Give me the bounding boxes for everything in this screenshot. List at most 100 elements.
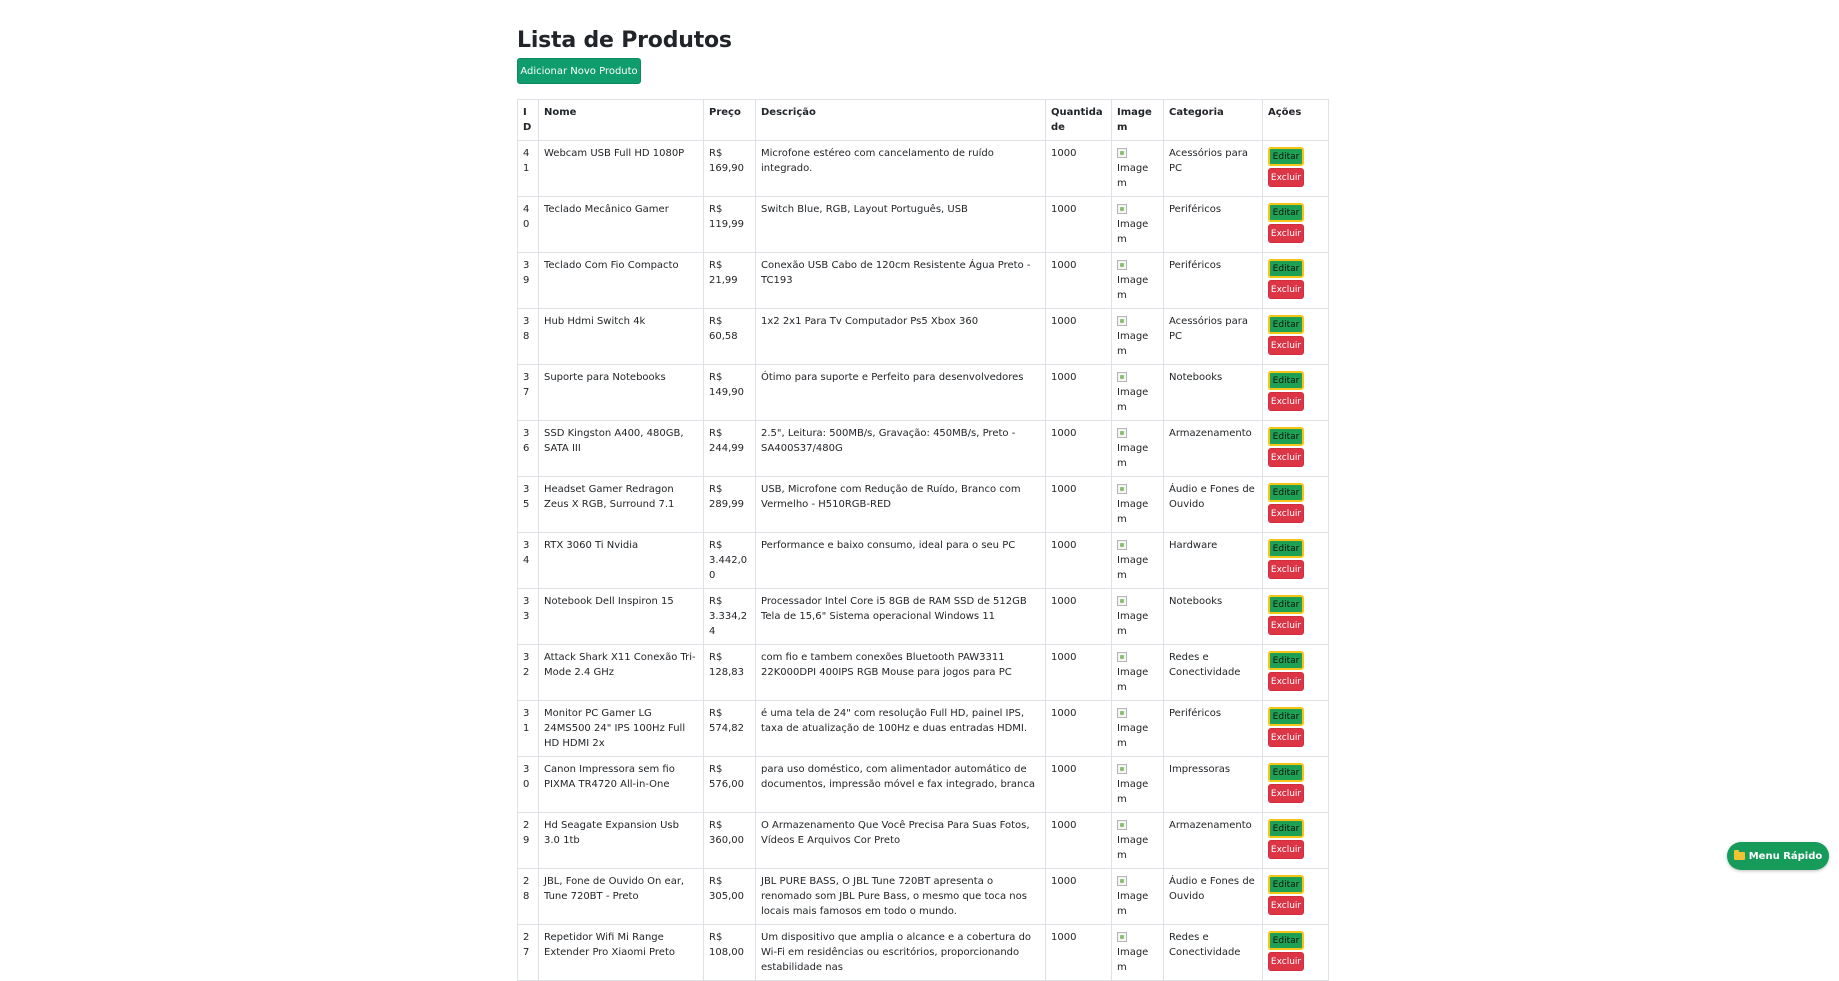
table-row: 40 Teclado Mecânico Gamer R$ 119,99 Switch … bbox=[517, 196, 1329, 253]
broken-image-icon bbox=[1117, 820, 1127, 830]
broken-image-icon bbox=[1117, 484, 1127, 494]
cell-description: Performance e baixo consumo, ideal para … bbox=[755, 532, 1046, 589]
product-rows: 41 Webcam USB Full HD 1080P R$ 169,90 Micro… bbox=[517, 140, 1329, 981]
table-row: 36 SSD Kingston A400, 480GB, SATA III R$ 2… bbox=[517, 420, 1329, 477]
edit-button[interactable]: Editar bbox=[1268, 203, 1304, 222]
cell-category: Acessórios para PC bbox=[1163, 140, 1263, 197]
cell-image: Imagem bbox=[1111, 420, 1164, 477]
table-row: 30 Canon Impressora sem fio PIXMA TR4720 … bbox=[517, 756, 1329, 813]
cell-image: Imagem bbox=[1111, 532, 1164, 589]
delete-button[interactable]: Excluir bbox=[1268, 672, 1304, 691]
broken-image-icon bbox=[1117, 932, 1127, 942]
cell-price: R$ 108,00 bbox=[703, 924, 756, 981]
cell-name: Headset Gamer Redragon Zeus X RGB, Surro… bbox=[538, 476, 704, 533]
delete-button[interactable]: Excluir bbox=[1268, 896, 1304, 915]
image-alt-text: Imagem bbox=[1117, 219, 1149, 245]
image-alt-text: Imagem bbox=[1117, 163, 1149, 189]
delete-button[interactable]: Excluir bbox=[1268, 840, 1304, 859]
table-row: 29 Hd Seagate Expansion Usb 3.0 1tb R$ 360… bbox=[517, 812, 1329, 869]
edit-button[interactable]: Editar bbox=[1268, 651, 1304, 670]
cell-description: 1x2 2x1 Para Tv Computador Ps5 Xbox 360 bbox=[755, 308, 1046, 365]
edit-button[interactable]: Editar bbox=[1268, 259, 1304, 278]
edit-button[interactable]: Editar bbox=[1268, 427, 1304, 446]
delete-button[interactable]: Excluir bbox=[1268, 952, 1304, 971]
edit-button[interactable]: Editar bbox=[1268, 539, 1304, 558]
edit-button[interactable]: Editar bbox=[1268, 315, 1304, 334]
cell-id: 40 bbox=[517, 196, 539, 253]
edit-button[interactable]: Editar bbox=[1268, 819, 1304, 838]
cell-name: Monitor PC Gamer LG 24MS500 24" IPS 100H… bbox=[538, 700, 704, 757]
cell-name: Hub Hdmi Switch 4k bbox=[538, 308, 704, 365]
delete-button[interactable]: Excluir bbox=[1268, 448, 1304, 467]
cell-category: Notebooks bbox=[1163, 364, 1263, 421]
edit-button[interactable]: Editar bbox=[1268, 595, 1304, 614]
delete-button[interactable]: Excluir bbox=[1268, 504, 1304, 523]
edit-button[interactable]: Editar bbox=[1268, 707, 1304, 726]
delete-button[interactable]: Excluir bbox=[1268, 280, 1304, 299]
delete-button[interactable]: Excluir bbox=[1268, 224, 1304, 243]
page-title: Lista de Produtos bbox=[517, 28, 732, 53]
cell-description: Microfone estéreo com cancelamento de ru… bbox=[755, 140, 1046, 197]
cell-name: Teclado Com Fio Compacto bbox=[538, 252, 704, 309]
cell-price: R$ 3.334,24 bbox=[703, 588, 756, 645]
cell-price: R$ 119,99 bbox=[703, 196, 756, 253]
cell-quantity: 1000 bbox=[1045, 420, 1112, 477]
add-product-button[interactable]: Adicionar Novo Produto bbox=[517, 58, 641, 84]
header-description: Descrição bbox=[755, 99, 1046, 141]
cell-name: JBL, Fone de Ouvido On ear, Tune 720BT -… bbox=[538, 868, 704, 925]
cell-category: Armazenamento bbox=[1163, 420, 1263, 477]
broken-image-icon bbox=[1117, 540, 1127, 550]
cell-id: 39 bbox=[517, 252, 539, 309]
header-actions: Ações bbox=[1262, 99, 1329, 141]
cell-description: O Armazenamento Que Você Precisa Para Su… bbox=[755, 812, 1046, 869]
cell-actions: Editar Excluir bbox=[1262, 196, 1329, 253]
image-alt-text: Imagem bbox=[1117, 835, 1149, 861]
folder-icon bbox=[1733, 850, 1745, 860]
cell-actions: Editar Excluir bbox=[1262, 644, 1329, 701]
cell-category: Áudio e Fones de Ouvido bbox=[1163, 476, 1263, 533]
cell-id: 36 bbox=[517, 420, 539, 477]
cell-actions: Editar Excluir bbox=[1262, 308, 1329, 365]
header-name: Nome bbox=[538, 99, 704, 141]
edit-button[interactable]: Editar bbox=[1268, 875, 1304, 894]
cell-category: Redes e Conectividade bbox=[1163, 924, 1263, 981]
edit-button[interactable]: Editar bbox=[1268, 763, 1304, 782]
cell-image: Imagem bbox=[1111, 868, 1164, 925]
cell-price: R$ 128,83 bbox=[703, 644, 756, 701]
broken-image-icon bbox=[1117, 708, 1127, 718]
cell-description: Ótimo para suporte e Perfeito para desen… bbox=[755, 364, 1046, 421]
edit-button[interactable]: Editar bbox=[1268, 931, 1304, 950]
delete-button[interactable]: Excluir bbox=[1268, 336, 1304, 355]
cell-description: com fio e tambem conexões Bluetooth PAW3… bbox=[755, 644, 1046, 701]
cell-name: Hd Seagate Expansion Usb 3.0 1tb bbox=[538, 812, 704, 869]
cell-price: R$ 360,00 bbox=[703, 812, 756, 869]
cell-name: Suporte para Notebooks bbox=[538, 364, 704, 421]
edit-button[interactable]: Editar bbox=[1268, 483, 1304, 502]
delete-button[interactable]: Excluir bbox=[1268, 392, 1304, 411]
cell-quantity: 1000 bbox=[1045, 644, 1112, 701]
cell-image: Imagem bbox=[1111, 252, 1164, 309]
table-row: 33 Notebook Dell Inspiron 15 R$ 3.334,24 Pr… bbox=[517, 588, 1329, 645]
image-alt-text: Imagem bbox=[1117, 499, 1149, 525]
cell-description: JBL PURE BASS, O JBL Tune 720BT apresent… bbox=[755, 868, 1046, 925]
delete-button[interactable]: Excluir bbox=[1268, 616, 1304, 635]
delete-button[interactable]: Excluir bbox=[1268, 784, 1304, 803]
cell-image: Imagem bbox=[1111, 700, 1164, 757]
delete-button[interactable]: Excluir bbox=[1268, 560, 1304, 579]
broken-image-icon bbox=[1117, 316, 1127, 326]
delete-button[interactable]: Excluir bbox=[1268, 728, 1304, 747]
cell-actions: Editar Excluir bbox=[1262, 588, 1329, 645]
image-alt-text: Imagem bbox=[1117, 891, 1149, 917]
header-image: Imagem bbox=[1111, 99, 1164, 141]
cell-name: RTX 3060 Ti Nvidia bbox=[538, 532, 704, 589]
cell-actions: Editar Excluir bbox=[1262, 812, 1329, 869]
cell-price: R$ 244,99 bbox=[703, 420, 756, 477]
broken-image-icon bbox=[1117, 204, 1127, 214]
cell-actions: Editar Excluir bbox=[1262, 868, 1329, 925]
cell-name: Webcam USB Full HD 1080P bbox=[538, 140, 704, 197]
cell-actions: Editar Excluir bbox=[1262, 420, 1329, 477]
delete-button[interactable]: Excluir bbox=[1268, 168, 1304, 187]
edit-button[interactable]: Editar bbox=[1268, 147, 1304, 166]
quick-menu-button[interactable]: Menu Rápido bbox=[1727, 842, 1829, 870]
edit-button[interactable]: Editar bbox=[1268, 371, 1304, 390]
